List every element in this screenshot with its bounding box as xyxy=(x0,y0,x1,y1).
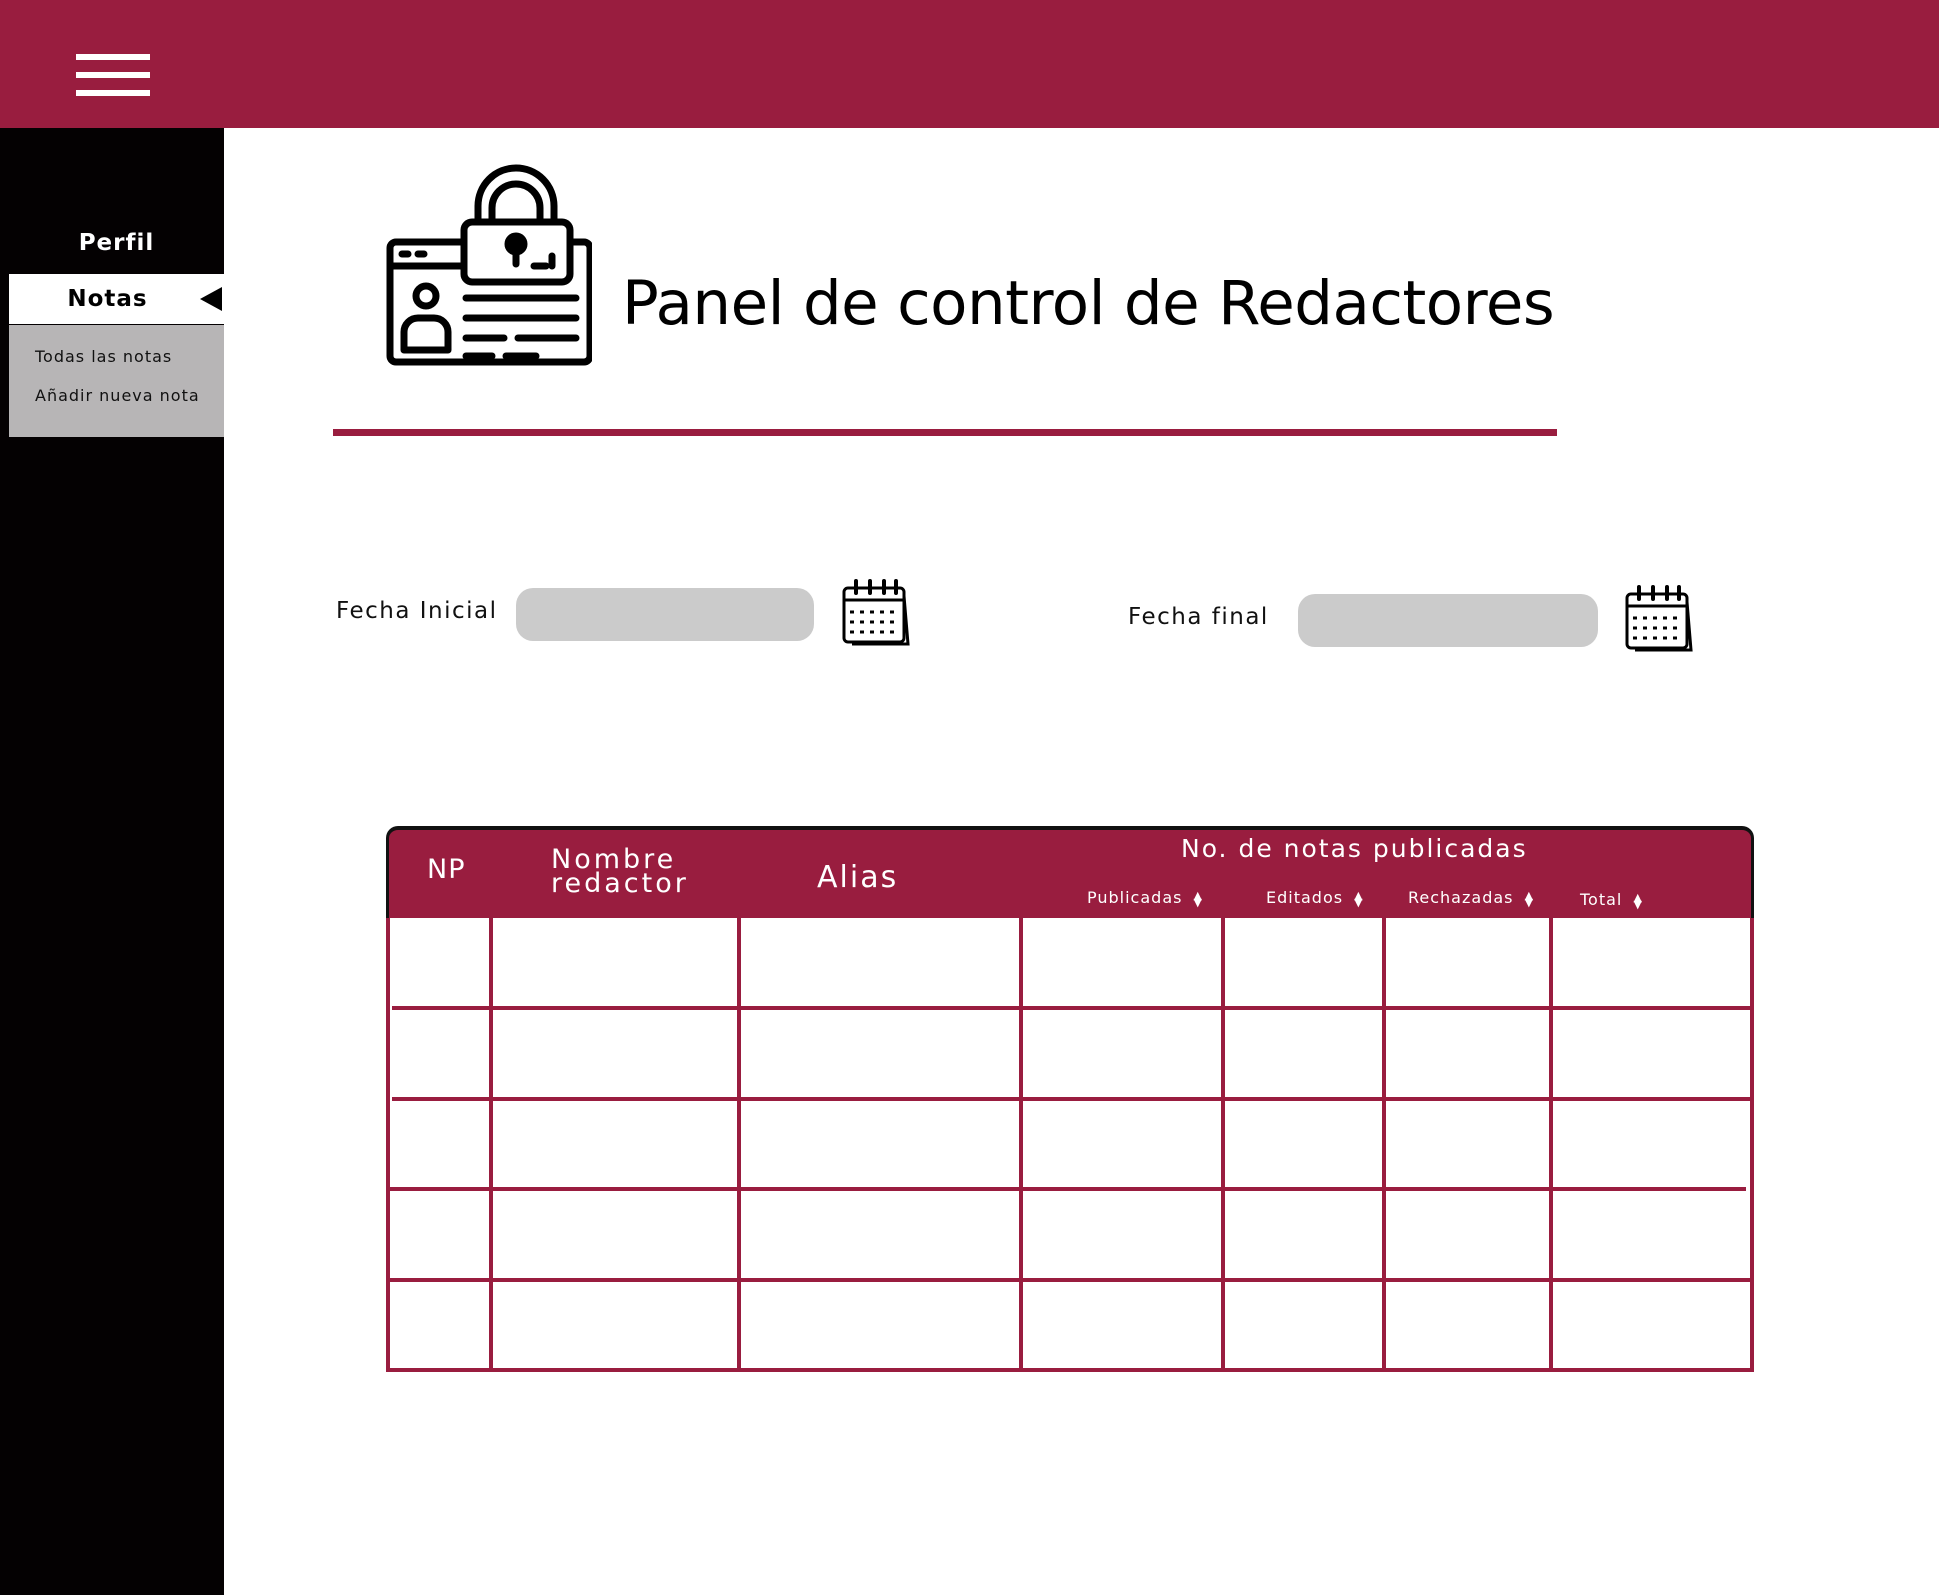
column-header-total[interactable]: Total ▲ ▼ xyxy=(1580,890,1643,911)
table-row[interactable] xyxy=(388,1189,1752,1280)
sidebar-item-notas[interactable]: Notas xyxy=(9,274,224,324)
column-header-label: Total xyxy=(1580,890,1623,909)
column-header-label: Editados xyxy=(1266,888,1344,907)
active-indicator-arrow-icon xyxy=(200,287,222,311)
column-group-header-notas-publicadas: No. de notas publicadas xyxy=(1181,834,1528,863)
table-row[interactable] xyxy=(388,1280,1752,1370)
table-row[interactable] xyxy=(388,918,1752,1008)
sidebar-item-label: Perfil xyxy=(78,230,155,256)
column-header-label: Rechazadas xyxy=(1408,888,1514,907)
table-body xyxy=(386,918,1754,1372)
column-header-nombre-redactor: Nombre redactor xyxy=(551,846,689,899)
start-date-input[interactable] xyxy=(516,588,814,641)
column-header-label: Publicadas xyxy=(1087,888,1183,907)
sidebar: Perfil Notas Todas las notas Añadir nuev… xyxy=(0,128,224,1595)
column-header-rechazadas[interactable]: Rechazadas ▲ ▼ xyxy=(1408,888,1535,909)
sort-icon: ▲ ▼ xyxy=(1193,888,1204,909)
end-date-input[interactable] xyxy=(1298,594,1598,647)
id-card-lock-icon xyxy=(386,164,592,366)
column-header-alias: Alias xyxy=(817,860,899,895)
notas-submenu: Todas las notas Añadir nueva nota xyxy=(9,325,224,437)
table-header: NP Nombre redactor Alias No. de notas pu… xyxy=(386,826,1754,918)
end-date-calendar-icon[interactable] xyxy=(1623,584,1693,652)
hamburger-icon[interactable] xyxy=(76,54,150,96)
sort-icon: ▲ ▼ xyxy=(1524,888,1535,909)
end-date-label: Fecha final xyxy=(1128,604,1269,630)
submenu-item-anadir-nueva-nota[interactable]: Añadir nueva nota xyxy=(35,386,200,405)
sort-icon: ▲ ▼ xyxy=(1633,890,1643,911)
column-header-nombre-line2: redactor xyxy=(551,868,689,899)
start-date-calendar-icon[interactable] xyxy=(840,578,910,646)
start-date-label: Fecha Inicial xyxy=(336,598,498,624)
column-header-np: NP xyxy=(427,854,466,885)
table-rows xyxy=(388,918,1752,1370)
sidebar-item-label: Notas xyxy=(67,286,148,312)
sidebar-item-perfil[interactable]: Perfil xyxy=(9,223,224,263)
column-header-editados[interactable]: Editados ▲ ▼ xyxy=(1266,888,1364,909)
top-bar xyxy=(0,0,1939,128)
title-divider xyxy=(333,429,1557,436)
table-row[interactable] xyxy=(388,1008,1752,1099)
redactores-table: NP Nombre redactor Alias No. de notas pu… xyxy=(386,826,1754,1372)
sort-icon: ▲ ▼ xyxy=(1354,888,1364,909)
column-header-publicadas[interactable]: Publicadas ▲ ▼ xyxy=(1087,888,1204,909)
submenu-item-todas-las-notas[interactable]: Todas las notas xyxy=(35,347,172,366)
page-title: Panel de control de Redactores xyxy=(622,268,1555,339)
table-row[interactable] xyxy=(388,1099,1752,1189)
